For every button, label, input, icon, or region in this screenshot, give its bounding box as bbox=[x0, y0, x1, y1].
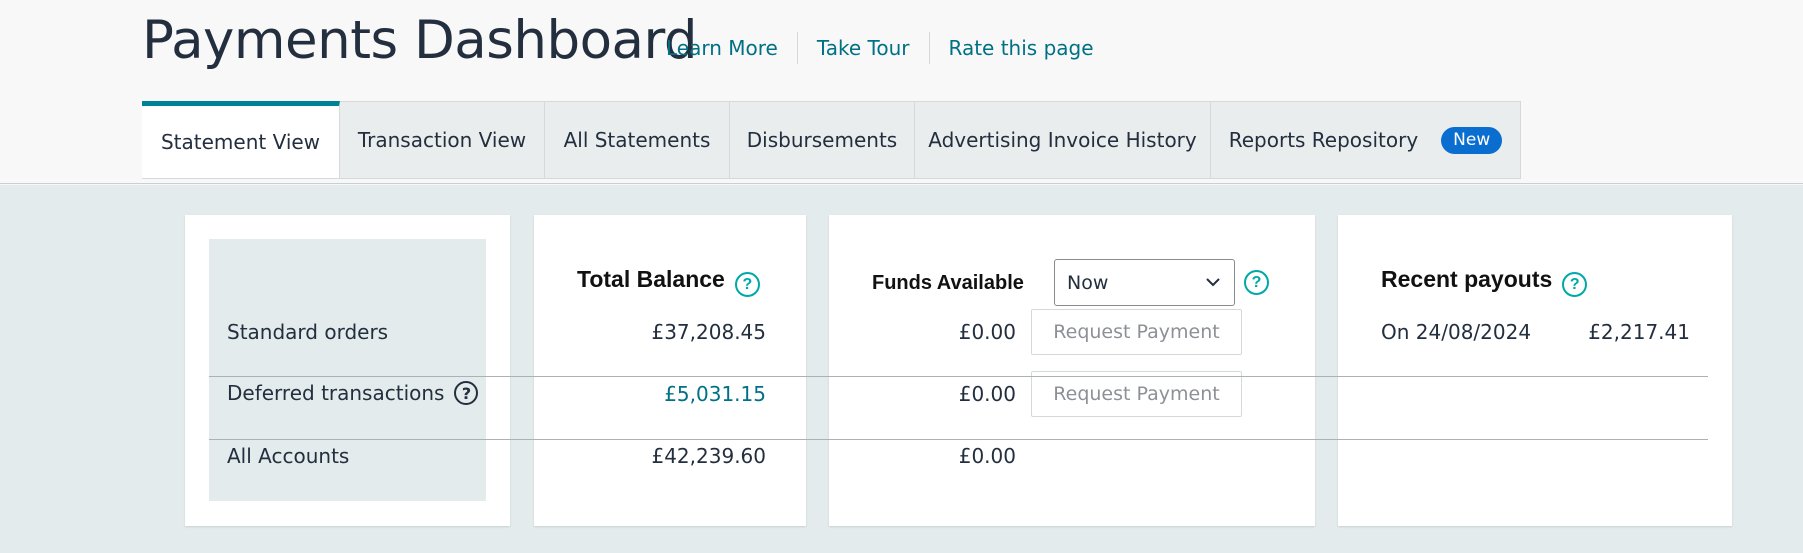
select-value: Now bbox=[1067, 271, 1109, 294]
row-label-deferred-transactions: Deferred transactions ? bbox=[227, 381, 479, 405]
tab-bar: Statement View Transaction View All Stat… bbox=[142, 101, 1521, 179]
tab-all-statements[interactable]: All Statements bbox=[545, 101, 730, 179]
funds-standard: £0.00 bbox=[958, 320, 1016, 344]
row-label-text: All Accounts bbox=[227, 444, 350, 468]
learn-more-link[interactable]: Learn More bbox=[666, 32, 797, 64]
request-payment-button[interactable]: Request Payment bbox=[1031, 309, 1242, 355]
row-labels-card: Standard orders Deferred transactions ? … bbox=[185, 215, 510, 526]
help-icon[interactable]: ? bbox=[1562, 272, 1588, 297]
tab-label: All Statements bbox=[563, 128, 711, 152]
tab-label: Disbursements bbox=[746, 128, 898, 152]
row-label-text: Deferred transactions bbox=[227, 381, 445, 405]
row-label-all-accounts: All Accounts bbox=[227, 444, 349, 468]
new-badge: New bbox=[1441, 126, 1503, 154]
tab-label: Transaction View bbox=[357, 128, 527, 152]
total-balance-all: £42,239.60 bbox=[651, 444, 766, 468]
payout-date: On 24/08/2024 bbox=[1381, 320, 1532, 344]
help-icon[interactable]: ? bbox=[734, 272, 760, 297]
payout-amount: £2,217.41 bbox=[1588, 320, 1690, 344]
tab-label: Advertising Invoice History bbox=[928, 128, 1197, 152]
page-header: Payments Dashboard Learn More Take Tour … bbox=[0, 0, 1803, 184]
tab-advertising-invoice-history[interactable]: Advertising Invoice History bbox=[915, 101, 1211, 179]
funds-available-card: Funds Available Now ? £0.00 Request Paym… bbox=[829, 215, 1315, 526]
help-icon[interactable]: ? bbox=[1244, 270, 1269, 295]
header-links: Learn More Take Tour Rate this page bbox=[666, 32, 1113, 64]
total-balance-standard: £37,208.45 bbox=[651, 320, 766, 344]
row-label-standard-orders: Standard orders bbox=[227, 320, 388, 344]
funds-available-select[interactable]: Now bbox=[1054, 259, 1235, 306]
tab-transaction-view[interactable]: Transaction View bbox=[340, 101, 545, 179]
chevron-down-icon bbox=[1206, 278, 1220, 287]
tab-disbursements[interactable]: Disbursements bbox=[730, 101, 915, 179]
tab-statement-view[interactable]: Statement View bbox=[142, 101, 340, 179]
help-icon[interactable]: ? bbox=[454, 381, 479, 405]
funds-deferred: £0.00 bbox=[958, 382, 1016, 406]
total-balance-title: Total Balance ? bbox=[577, 262, 760, 297]
funds-available-title: Funds Available bbox=[872, 272, 1024, 294]
request-payment-button[interactable]: Request Payment bbox=[1031, 371, 1242, 417]
page-title: Payments Dashboard bbox=[142, 10, 698, 71]
funds-all: £0.00 bbox=[958, 444, 1016, 468]
dashboard-content: Standard orders Deferred transactions ? … bbox=[0, 185, 1803, 553]
row-divider bbox=[209, 439, 1708, 440]
tab-reports-repository[interactable]: Reports Repository New bbox=[1211, 101, 1521, 179]
row-label-text: Standard orders bbox=[227, 320, 389, 344]
tab-label: Reports Repository bbox=[1228, 128, 1419, 152]
recent-payouts-title: Recent payouts ? bbox=[1381, 262, 1588, 297]
recent-payouts-label: Recent payouts bbox=[1381, 266, 1553, 292]
total-balance-card: Total Balance ? £37,208.45 £5,031.15 £42… bbox=[534, 215, 806, 526]
tab-label: Statement View bbox=[160, 130, 321, 154]
row-divider bbox=[209, 376, 1708, 377]
total-balance-deferred-link[interactable]: £5,031.15 bbox=[664, 382, 766, 406]
recent-payouts-card: Recent payouts ? On 24/08/2024 £2,217.41 bbox=[1338, 215, 1732, 526]
total-balance-label: Total Balance bbox=[577, 266, 725, 292]
rate-page-link[interactable]: Rate this page bbox=[928, 32, 1113, 64]
take-tour-link[interactable]: Take Tour bbox=[796, 32, 929, 64]
